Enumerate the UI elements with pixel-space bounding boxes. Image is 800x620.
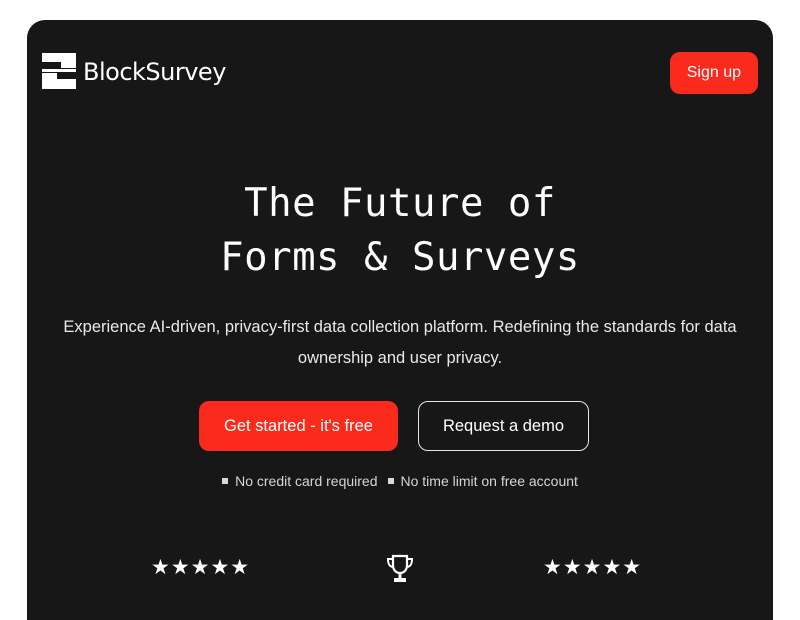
square-bullet-icon bbox=[387, 478, 394, 484]
cta-row: Get started - it's free Request a demo bbox=[199, 401, 590, 451]
signup-button[interactable]: Sign up bbox=[669, 52, 758, 94]
hero-title: The Future of Forms & Surveys bbox=[27, 177, 773, 285]
get-started-button[interactable]: Get started - it's free bbox=[199, 401, 398, 451]
trophy-icon bbox=[386, 554, 414, 582]
note-no-time-limit: No time limit on free account bbox=[387, 473, 578, 489]
brand-name: BlockSurvey bbox=[83, 58, 226, 86]
hero-subtitle: Experience AI-driven, privacy-first data… bbox=[63, 318, 737, 367]
note-text: No credit card required bbox=[235, 473, 378, 489]
star-rating-left: ★★★★★ bbox=[151, 556, 251, 579]
square-bullet-icon bbox=[222, 478, 229, 484]
star-rating-right: ★★★★★ bbox=[543, 556, 643, 579]
request-demo-button[interactable]: Request a demo bbox=[417, 401, 590, 451]
blocksurvey-logo-icon bbox=[42, 53, 76, 89]
note-no-credit-card: No credit card required bbox=[222, 473, 378, 489]
brand-logo[interactable]: BlockSurvey bbox=[42, 53, 226, 89]
hero-title-line-2: Forms & Surveys bbox=[220, 235, 580, 280]
hero-title-line-1: The Future of bbox=[244, 181, 556, 226]
note-text: No time limit on free account bbox=[400, 473, 578, 489]
hero-card: BlockSurvey Sign up The Future of Forms … bbox=[27, 20, 773, 620]
feature-notes: No credit card required No time limit on… bbox=[27, 473, 773, 489]
